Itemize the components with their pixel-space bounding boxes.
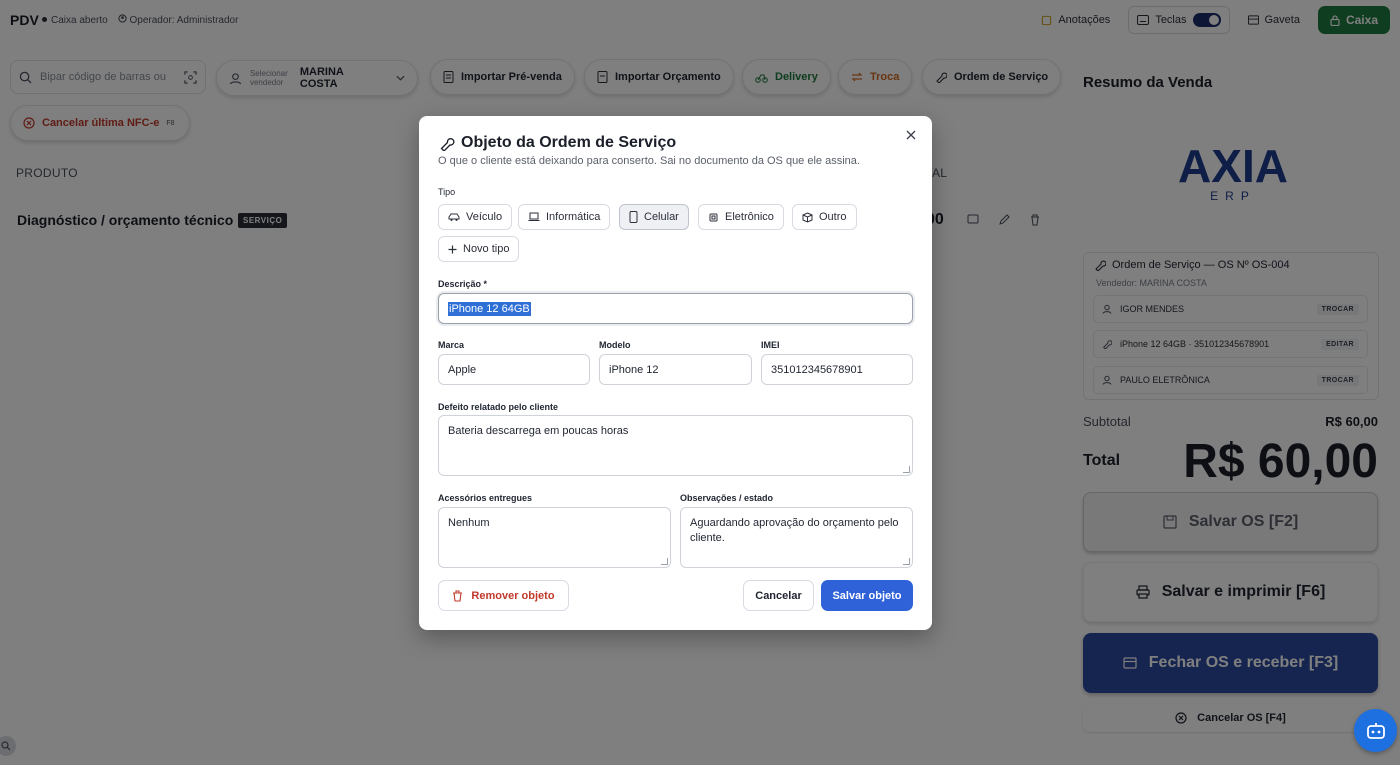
new-type-button[interactable]: Novo tipo [438,236,520,262]
laptop-icon [528,212,540,221]
wrench-icon [440,138,455,151]
remove-object-button[interactable]: Remover objeto [438,580,569,611]
type-chip-label: Veículo [466,211,503,223]
type-chip-computing[interactable]: Informática [518,204,611,230]
imei-label: IMEI [761,340,780,350]
new-type-label: Novo tipo [463,243,510,255]
dialog-subtitle: O que o cliente está deixando para conse… [438,155,860,167]
type-chip-other[interactable]: Outro [792,204,857,230]
assistant-fab-button[interactable] [1354,709,1397,752]
trash-icon [453,589,463,602]
model-input[interactable]: iPhone 12 [599,354,752,385]
save-object-button[interactable]: Salvar objeto [821,580,913,611]
type-chip-label: Eletrônico [725,211,774,223]
remove-object-label: Remover objeto [471,589,555,602]
robot-icon [1366,722,1385,739]
cancel-button[interactable]: Cancelar [743,580,814,611]
defect-label: Defeito relatado pelo cliente [438,402,559,412]
plus-icon [448,245,457,253]
accessories-label: Acessórios entregues [438,493,533,503]
box-icon [802,211,813,223]
imei-input[interactable]: 351012345678901 [761,354,913,385]
phone-icon [629,211,638,223]
dialog-title: Objeto da Ordem de Serviço [439,134,676,152]
notes-label: Observações / estado [680,493,774,503]
description-label: Descrição * [438,279,488,289]
accessories-textarea[interactable]: Nenhum [438,507,671,568]
type-chip-vehicle[interactable]: Veículo [438,204,513,230]
brand-input[interactable]: Apple [438,354,590,385]
description-value: iPhone 12 64GB [448,301,531,316]
type-chip-phone[interactable]: Celular [619,204,689,230]
type-chip-label: Celular [644,211,679,223]
defect-textarea[interactable]: Bateria descarrega em poucas horas [438,415,913,476]
car-icon [448,213,460,221]
type-chip-label: Informática [546,211,601,223]
type-chip-electronic[interactable]: Eletrônico [698,204,784,230]
service-object-dialog: Objeto da Ordem de Serviço O que o clien… [419,116,932,630]
model-label: Modelo [599,340,631,350]
type-chip-label: Outro [819,211,847,223]
brand-label: Marca [438,340,465,350]
close-icon[interactable] [904,128,918,142]
chip-icon [709,213,718,221]
dialog-title-text: Objeto da Ordem de Serviço [461,134,677,151]
description-input[interactable]: iPhone 12 64GB [438,293,913,324]
type-label: Tipo [438,187,456,197]
notes-textarea[interactable]: Aguardando aprovação do orçamento pelo c… [680,507,913,568]
